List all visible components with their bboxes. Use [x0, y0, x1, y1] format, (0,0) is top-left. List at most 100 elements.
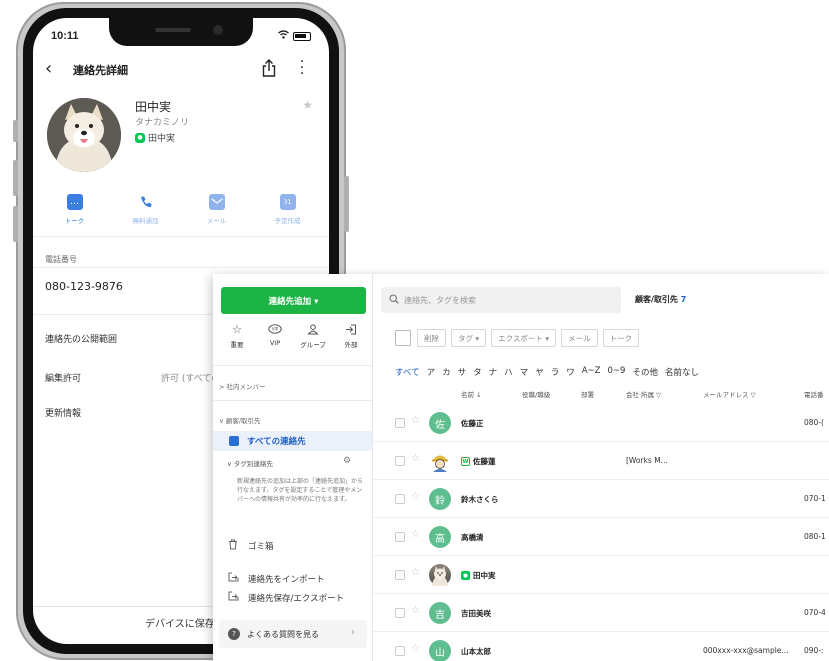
phone-number-value[interactable]: 080-123-9876: [45, 280, 123, 293]
index-ra[interactable]: ラ: [551, 366, 560, 378]
row-checkbox[interactable]: [395, 532, 405, 542]
contact-line-account[interactable]: ● 田中実: [135, 131, 175, 144]
external-icon: [345, 324, 357, 336]
list-count: 7: [680, 295, 687, 304]
quick-important[interactable]: ☆ 重要: [219, 324, 255, 350]
customers-section[interactable]: ∨ 顧客/取引先: [219, 415, 261, 425]
contacts-app-window: 連絡先追加 ▾ ☆ 重要 VIP VIP グループ 外部 > 社内メンバー ∨ …: [213, 274, 829, 661]
all-contacts-label: すべての連絡先: [247, 437, 306, 447]
import-label: 連絡先をインポート: [248, 574, 325, 585]
sidebar-item-import[interactable]: 連絡先をインポート: [227, 572, 325, 585]
tag-dropdown-button[interactable]: タグ ▾: [451, 329, 487, 347]
avatar: 吉: [429, 602, 451, 624]
row-checkbox[interactable]: [395, 494, 405, 504]
worker-avatar-icon: [432, 455, 448, 472]
contact-email: 000xxx-xxx@sample...: [703, 646, 789, 655]
export-icon: [227, 591, 239, 604]
action-talk[interactable]: … トーク: [43, 194, 107, 240]
quick-group[interactable]: グループ: [295, 324, 331, 349]
group-icon: [307, 324, 319, 336]
internal-members-section[interactable]: > 社内メンバー: [219, 381, 266, 391]
table-row[interactable]: ☆ 吉 吉田美咲 070-4: [373, 594, 829, 632]
avatar: 高: [429, 526, 451, 548]
index-a-z[interactable]: A~Z: [582, 366, 601, 378]
table-row[interactable]: ☆ 佐 佐藤正 080-(: [373, 404, 829, 442]
action-mail[interactable]: メール: [185, 194, 249, 240]
column-header-email[interactable]: メールアドレス ▽: [703, 389, 756, 399]
star-outline-icon[interactable]: ☆: [411, 453, 420, 464]
table-row[interactable]: ☆ 鈴 鈴木さくら 070-1: [373, 480, 829, 518]
status-time: 10:11: [51, 30, 79, 42]
more-vertical-icon[interactable]: · · ·: [297, 55, 307, 81]
table-row[interactable]: ☆ 高 高橋清 080-1: [373, 518, 829, 556]
star-outline-icon[interactable]: ☆: [411, 567, 420, 578]
contact-name: 佐藤正: [461, 419, 484, 428]
index-a[interactable]: ア: [427, 366, 436, 378]
star-outline-icon[interactable]: ☆: [411, 415, 420, 426]
add-contact-button[interactable]: 連絡先追加 ▾: [221, 287, 366, 314]
favorite-star-icon[interactable]: ★: [302, 98, 313, 112]
row-checkbox[interactable]: [395, 418, 405, 428]
index-ma[interactable]: マ: [520, 366, 529, 378]
index-no-name[interactable]: 名前なし: [665, 366, 699, 378]
index-other[interactable]: その他: [632, 366, 658, 378]
delete-button[interactable]: 削除: [417, 329, 446, 347]
index-ha[interactable]: ハ: [504, 366, 513, 378]
question-icon: ?: [228, 628, 240, 640]
sidebar-item-all-contacts[interactable]: すべての連絡先: [213, 431, 372, 451]
index-all[interactable]: すべて: [395, 366, 420, 378]
contact-kana: タナカミノリ: [135, 118, 190, 128]
column-header-company[interactable]: 会社·所属 ▽: [626, 389, 661, 399]
contact-list-panel: 連絡先、タグを検索 顧客/取引先 7 削除 タグ ▾ エクスポート ▾ メール …: [373, 274, 829, 661]
line-chat-icon: ●: [135, 132, 145, 143]
avatar: [429, 450, 451, 472]
index-na[interactable]: ナ: [489, 366, 498, 378]
contact-name: 佐藤蓮: [473, 457, 496, 466]
gear-icon[interactable]: ⚙: [343, 456, 351, 466]
save-to-device-button[interactable]: デバイスに保存: [145, 615, 215, 630]
contact-name: 鈴木さくら: [461, 495, 499, 504]
index-wa[interactable]: ワ: [566, 366, 575, 378]
column-header-name[interactable]: 名前 ↓: [461, 389, 482, 399]
row-checkbox[interactable]: [395, 570, 405, 580]
quick-vip[interactable]: VIP VIP: [257, 324, 293, 349]
star-outline-icon[interactable]: ☆: [411, 529, 420, 540]
table-row[interactable]: ☆ 山 山本太郎 000xxx-xxx@sample... 090-:: [373, 632, 829, 661]
row-checkbox[interactable]: [395, 646, 405, 656]
table-row[interactable]: ☆ W 佐藤蓮 [Works M...: [373, 442, 829, 480]
phone-power-button: [344, 176, 349, 232]
quick-external[interactable]: 外部: [333, 324, 369, 349]
star-outline-icon[interactable]: ☆: [411, 491, 420, 502]
action-create-event[interactable]: 31 予定作成: [256, 194, 320, 240]
faq-button[interactable]: ? よくある質問を見る ›: [219, 620, 367, 648]
share-icon[interactable]: [261, 58, 277, 78]
index-ka[interactable]: カ: [442, 366, 451, 378]
sidebar-item-export[interactable]: 連絡先保存/エクスポート: [227, 591, 344, 604]
index-ya[interactable]: ヤ: [535, 366, 544, 378]
index-0-9[interactable]: 0~9: [608, 366, 626, 378]
index-sa[interactable]: サ: [458, 366, 467, 378]
index-ta[interactable]: タ: [473, 366, 482, 378]
select-all-checkbox[interactable]: [395, 330, 411, 346]
contact-avatar: [47, 98, 121, 172]
talk-button[interactable]: トーク: [602, 329, 640, 347]
row-checkbox[interactable]: [395, 608, 405, 618]
table-row[interactable]: ☆ ● 田中実: [373, 556, 829, 594]
star-outline-icon[interactable]: ☆: [411, 605, 420, 616]
action-talk-label: トーク: [64, 217, 85, 225]
search-input[interactable]: 連絡先、タグを検索: [381, 287, 621, 313]
tag-contacts-section[interactable]: ∨ タグ別連絡先: [227, 458, 273, 468]
contact-name: 高橋清: [461, 533, 484, 542]
export-dropdown-button[interactable]: エクスポート ▾: [491, 329, 557, 347]
vip-icon: VIP: [268, 324, 282, 336]
phone-notch: [109, 18, 253, 46]
contact-name-with-badge: W 佐藤蓮: [461, 456, 496, 467]
list-title-text: 顧客/取引先: [635, 295, 678, 304]
action-free-call[interactable]: 無料通話: [114, 194, 178, 240]
wifi-icon: [278, 30, 289, 42]
mail-button[interactable]: メール: [561, 329, 598, 347]
star-outline-icon[interactable]: ☆: [411, 643, 420, 654]
sidebar-item-trash[interactable]: ゴミ箱: [227, 539, 274, 553]
row-checkbox[interactable]: [395, 456, 405, 466]
back-chevron-icon[interactable]: ‹: [45, 58, 52, 79]
